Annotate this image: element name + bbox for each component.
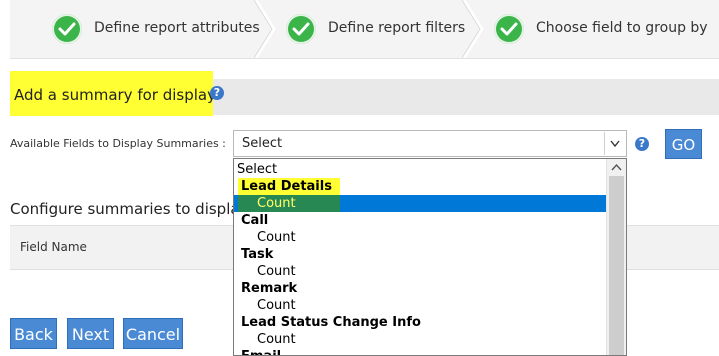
summary-field-dropdown-list[interactable]: Select Lead Details Count Call Count Tas…: [233, 158, 627, 356]
wizard-step-1[interactable]: Define report attributes: [10, 0, 260, 58]
dropdown-group-label: Task: [241, 247, 274, 262]
dropdown-group-label: Email: [234, 348, 607, 355]
wizard-step-label: Define report filters: [328, 20, 466, 36]
section-title: Add a summary for display: [14, 86, 216, 104]
next-button[interactable]: Next: [67, 318, 114, 349]
scrollbar-thumb[interactable]: [609, 176, 624, 355]
help-icon[interactable]: ?: [210, 86, 224, 100]
go-button[interactable]: GO: [665, 129, 702, 159]
dropdown-option[interactable]: Count: [234, 331, 607, 348]
dropdown-option[interactable]: Count: [234, 297, 607, 314]
scroll-up-icon[interactable]: [607, 159, 626, 176]
dropdown-option[interactable]: Select: [234, 161, 607, 178]
chevron-down-icon[interactable]: [604, 132, 625, 155]
dropdown-group-label: Call: [241, 213, 269, 228]
wizard-steps: Define report attributes Define report f…: [10, 0, 719, 59]
wizard-step-label: Choose field to group by: [536, 20, 708, 36]
cancel-button[interactable]: Cancel: [123, 318, 183, 349]
help-icon[interactable]: ?: [635, 137, 649, 151]
check-icon: [286, 14, 316, 44]
dropdown-group-label: Lead Status Change Info: [241, 315, 421, 330]
dropdown-group-label: Remark: [241, 281, 298, 296]
column-header-field-name: Field Name: [20, 240, 87, 254]
check-icon: [494, 14, 524, 44]
wizard-step-3[interactable]: Choose field to group by: [484, 0, 719, 58]
dropdown-scrollbar[interactable]: [606, 159, 626, 355]
dropdown-option[interactable]: Count: [234, 263, 607, 280]
dropdown-option[interactable]: Count: [234, 229, 607, 246]
summary-field-select[interactable]: Select: [233, 130, 627, 157]
chevron-separator-icon: [462, 0, 484, 58]
wizard-step-2[interactable]: Define report filters: [276, 0, 466, 58]
dropdown-group-label: Lead Details: [241, 179, 332, 194]
check-icon: [52, 14, 82, 44]
wizard-step-label: Define report attributes: [94, 20, 260, 36]
dropdown-option-highlighted[interactable]: Count: [234, 195, 340, 212]
available-fields-label: Available Fields to Display Summaries :: [10, 137, 226, 150]
select-value: Select: [242, 136, 283, 151]
configure-summaries-title: Configure summaries to display: [10, 200, 249, 218]
chevron-separator-icon: [254, 0, 276, 58]
back-button[interactable]: Back: [10, 318, 57, 349]
